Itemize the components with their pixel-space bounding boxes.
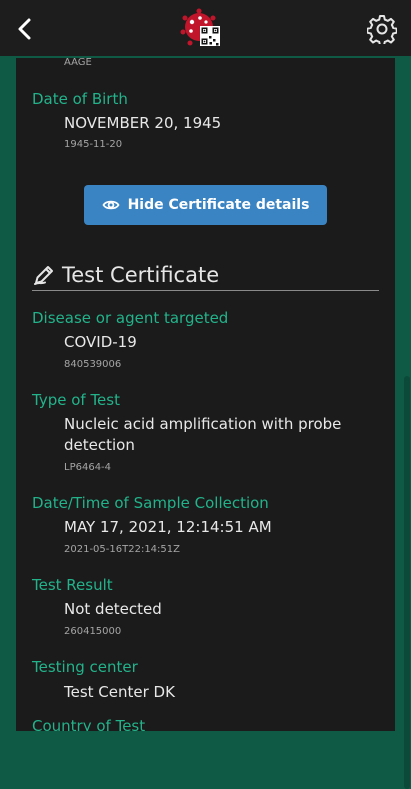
sample-collection-code: 2021-05-16T22:14:51Z [64, 544, 180, 555]
name-code: AAGE [64, 58, 92, 68]
hide-button-label: Hide Certificate details [127, 197, 310, 213]
dob-label: Date of Birth [32, 90, 128, 108]
scrollbar[interactable] [395, 58, 411, 789]
app-logo [180, 8, 222, 50]
chevron-left-icon [18, 18, 31, 40]
virus-qr-logo [180, 8, 220, 46]
top-app-bar [0, 0, 411, 58]
country-of-test-label: Country of Test [32, 717, 146, 731]
testing-center-label: Testing center [32, 658, 138, 676]
test-type-label: Type of Test [32, 391, 120, 409]
settings-button[interactable] [366, 14, 398, 47]
disease-value: COVID-19 [64, 333, 137, 351]
test-type-value-line2: detection [64, 436, 135, 454]
section-header-test-certificate: Test Certificate [32, 260, 379, 291]
hide-certificate-details-button[interactable]: Hide Certificate details [84, 185, 327, 225]
dob-code: 1945-11-20 [64, 139, 123, 150]
sample-collection-label: Date/Time of Sample Collection [32, 494, 269, 512]
sample-collection-value: MAY 17, 2021, 12:14:51 AM [64, 518, 272, 536]
test-type-value: Nucleic acid amplification with probe [64, 415, 342, 433]
test-result-label: Test Result [32, 576, 113, 594]
dob-value: NOVEMBER 20, 1945 [64, 114, 222, 132]
disease-label: Disease or agent targeted [32, 309, 229, 327]
pencil-icon [34, 266, 53, 285]
test-type-code: LP6464-4 [64, 462, 112, 473]
section-title: Test Certificate [62, 263, 220, 287]
gear-icon [366, 15, 398, 47]
back-button[interactable] [12, 15, 38, 43]
scrollbar-thumb[interactable] [404, 376, 410, 789]
testing-center-value: Test Center DK [64, 683, 175, 701]
certificate-details-panel: AAGE Date of Birth NOVEMBER 20, 1945 194… [16, 58, 395, 731]
test-result-code: 260415000 [64, 626, 122, 637]
test-result-value: Not detected [64, 600, 162, 618]
disease-code: 840539006 [64, 359, 122, 370]
eye-icon [102, 200, 120, 210]
